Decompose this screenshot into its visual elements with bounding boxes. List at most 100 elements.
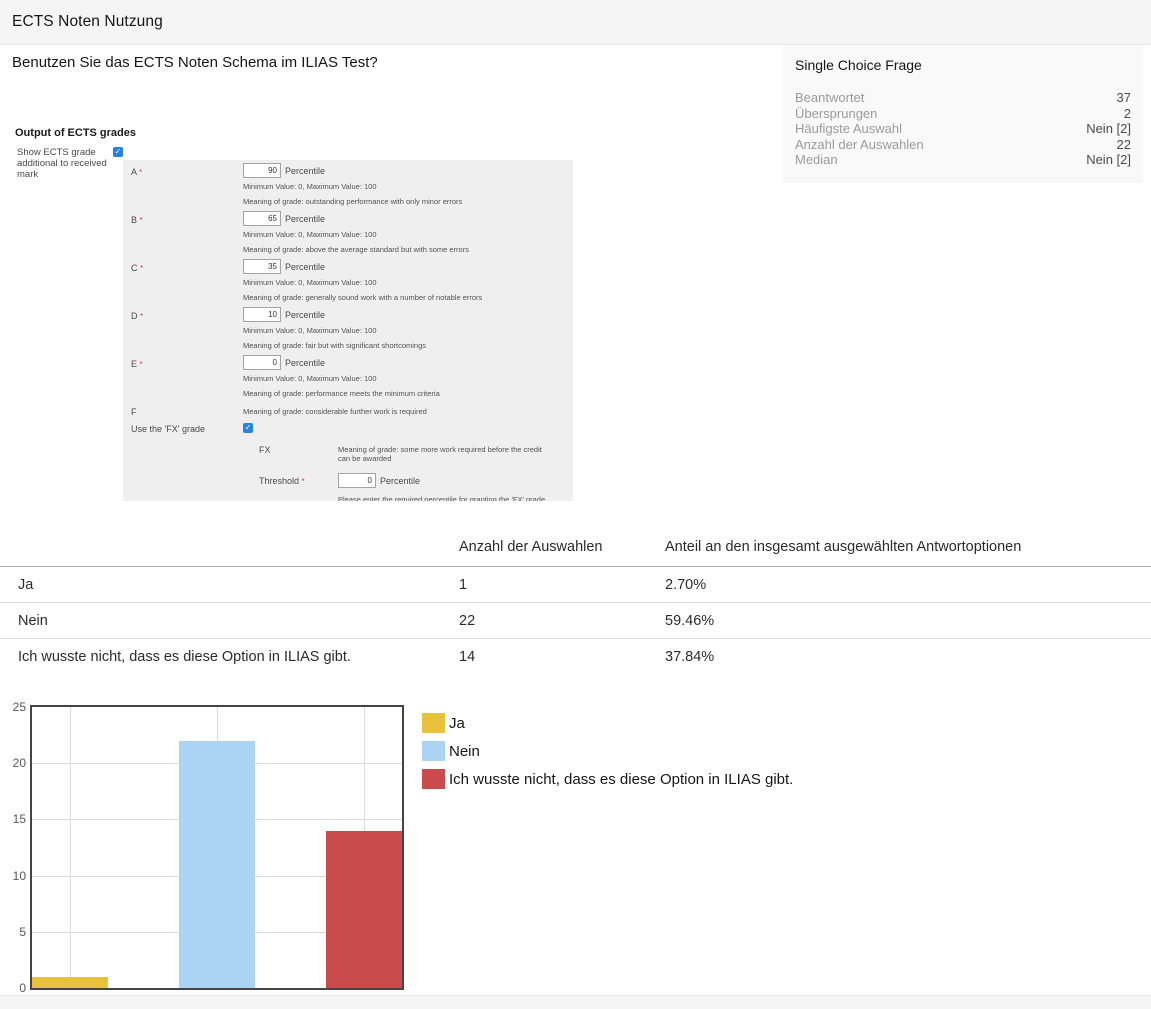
count-cell: 14: [459, 639, 665, 675]
stats-row: Median Nein [2]: [795, 152, 1131, 168]
y-axis-tick-label: 0: [19, 981, 26, 995]
show-ects-row: Show ECTS grade additional to received m…: [17, 147, 137, 180]
chart-bar: [32, 977, 108, 988]
use-fx-checkbox: ✓: [243, 423, 253, 433]
minmax-hint: Minimum Value: 0, Maximum Value: 100: [243, 374, 563, 383]
stats-value: 2: [1124, 106, 1131, 122]
page-title: ECTS Noten Nutzung: [12, 13, 163, 31]
count-cell: 1: [459, 567, 665, 603]
count-cell: 22: [459, 603, 665, 639]
survey-results-page: ECTS Noten Nutzung Benutzen Sie das ECTS…: [0, 0, 1151, 1009]
stats-row: Häufigste Auswahl Nein [2]: [795, 121, 1131, 137]
checkmark-icon: ✓: [113, 147, 123, 157]
fx-threshold-label: Threshold *: [259, 473, 338, 501]
percentile-unit-label: Percentile: [285, 214, 325, 224]
ects-grade-row: B *65PercentileMinimum Value: 0, Maximum…: [131, 211, 563, 254]
v-gridline: [70, 707, 71, 988]
chart-legend: Ja Nein Ich wusste nicht, dass es diese Op…: [422, 713, 793, 797]
stats-panel-title: Single Choice Frage: [795, 57, 1131, 73]
legend-item: Ja: [422, 713, 793, 733]
required-marker: *: [140, 216, 143, 225]
percentile-unit-label: Percentile: [285, 166, 325, 176]
ects-grades-panel: A *90PercentileMinimum Value: 0, Maximum…: [123, 160, 573, 501]
table-row: Ja12.70%: [0, 567, 1151, 603]
percentile-input: 90: [243, 163, 281, 178]
legend-swatch: [422, 769, 445, 789]
option-column-header: [0, 537, 459, 567]
percentile-unit-label: Percentile: [380, 476, 420, 486]
share-cell: 59.46%: [665, 603, 1151, 639]
stats-value: 22: [1117, 137, 1131, 153]
fx-threshold-help: Please enter the required percentile for…: [338, 495, 547, 501]
required-marker: *: [302, 477, 305, 486]
minmax-hint: Minimum Value: 0, Maximum Value: 100: [243, 326, 563, 335]
y-axis-tick-label: 25: [13, 700, 26, 714]
grade-meaning: Meaning of grade: above the average stan…: [243, 245, 563, 254]
stats-value: 37: [1117, 90, 1131, 106]
grade-meaning: Meaning of grade: generally sound work w…: [243, 293, 563, 302]
percentile-input-line: 90 Percentile: [243, 163, 563, 178]
percentile-input-line: 0Percentile: [243, 355, 563, 370]
legend-label: Nein: [449, 743, 480, 760]
percentile-input: 0: [243, 355, 281, 370]
chart-bar: [326, 831, 402, 988]
minmax-hint: Minimum Value: 0, Maximum Value: 100: [243, 230, 563, 239]
stats-value: Nein [2]: [1086, 121, 1131, 137]
minmax-hint: Minimum Value: 0, Maximum Value: 100: [243, 182, 563, 191]
use-fx-label: Use the 'FX' grade: [131, 423, 243, 434]
use-fx-row: Use the 'FX' grade ✓: [131, 423, 563, 434]
share-cell: 37.84%: [665, 639, 1151, 675]
question-text: Benutzen Sie das ECTS Noten Schema im IL…: [12, 54, 378, 71]
show-ects-checkbox: ✓: [113, 147, 123, 157]
page-footer: [0, 995, 1151, 1009]
percentile-input: 65: [243, 211, 281, 226]
ects-grade-content: 65 Percentile Minimum Value: 0, Maximum Va…: [243, 211, 563, 254]
y-axis-tick-label: 10: [13, 869, 26, 883]
legend-item: Ich wusste nicht, dass es diese Option i…: [422, 769, 793, 789]
ects-grade-content: 35PercentileMinimum Value: 0, Maximum Va…: [243, 259, 563, 302]
grade-meaning: Meaning of grade: fair but with signific…: [243, 341, 563, 350]
fx-threshold-input: 0: [338, 473, 376, 488]
percentile-input: 35: [243, 259, 281, 274]
ects-grade-content: Meaning of grade: considerable further w…: [243, 403, 563, 417]
ects-grade-row: C *35PercentileMinimum Value: 0, Maximum…: [131, 259, 563, 302]
stats-label: Häufigste Auswahl: [795, 121, 902, 137]
y-axis-tick-label: 20: [13, 756, 26, 770]
required-marker: *: [140, 264, 143, 273]
ects-grade-content: 10Percentile Minimum Value: 0, Maximum Va…: [243, 307, 563, 350]
stats-label: Median: [795, 152, 838, 168]
table-header-row: Anzahl der Auswahlen Anteil an den insge…: [0, 537, 1151, 567]
fx-threshold-content: 0 Percentile Please enter the required p…: [338, 473, 547, 501]
chart-y-axis: 0510152025: [0, 705, 26, 990]
chart-bar: [179, 741, 255, 988]
ects-form-title: Output of ECTS grades: [15, 127, 573, 139]
count-column-header: Anzahl der Auswahlen: [459, 537, 665, 567]
stats-row: Übersprungen2: [795, 106, 1131, 122]
grade-meaning: Meaning of grade: outstanding performanc…: [243, 197, 563, 206]
ects-grade-content: 90 Percentile Minimum Value: 0, Maximum Va…: [243, 163, 563, 206]
percentile-unit-label: Percentile: [285, 262, 325, 272]
legend-item: Nein: [422, 741, 793, 761]
stats-value: Nein [2]: [1086, 152, 1131, 168]
stats-row: Anzahl der Auswahlen22: [795, 137, 1131, 153]
required-marker: *: [139, 168, 142, 177]
percentile-input-line: 10Percentile: [243, 307, 563, 322]
y-axis-tick-label: 5: [19, 925, 26, 939]
show-ects-label: Show ECTS grade additional to received m…: [17, 147, 113, 180]
percentile-input-line: 65 Percentile: [243, 211, 563, 226]
ects-grade-row: FMeaning of grade: considerable further …: [131, 403, 563, 417]
ects-grade-row: A *90PercentileMinimum Value: 0, Maximum…: [131, 163, 563, 206]
table-row: Ich wusste nicht, dass es diese Option i…: [0, 639, 1151, 675]
fx-threshold-row: Threshold * 0 Percentile Please enter th…: [259, 473, 563, 501]
option-cell: Ja: [0, 567, 459, 603]
grade-meaning: Meaning of grade: performance meets the …: [243, 389, 563, 398]
bar-chart: [30, 705, 404, 990]
fx-threshold-input-line: 0 Percentile: [338, 473, 547, 488]
legend-label: Ja: [449, 715, 465, 732]
table-row: Nein2259.46%: [0, 603, 1151, 639]
stats-label: Beantwortet: [795, 90, 864, 106]
grade-meaning: Meaning of grade: considerable further w…: [243, 407, 563, 416]
ects-grade-row: E *0PercentileMinimum Value: 0, Maximum …: [131, 355, 563, 398]
fx-grade-label: FX: [259, 442, 338, 463]
percentile-input: 10: [243, 307, 281, 322]
